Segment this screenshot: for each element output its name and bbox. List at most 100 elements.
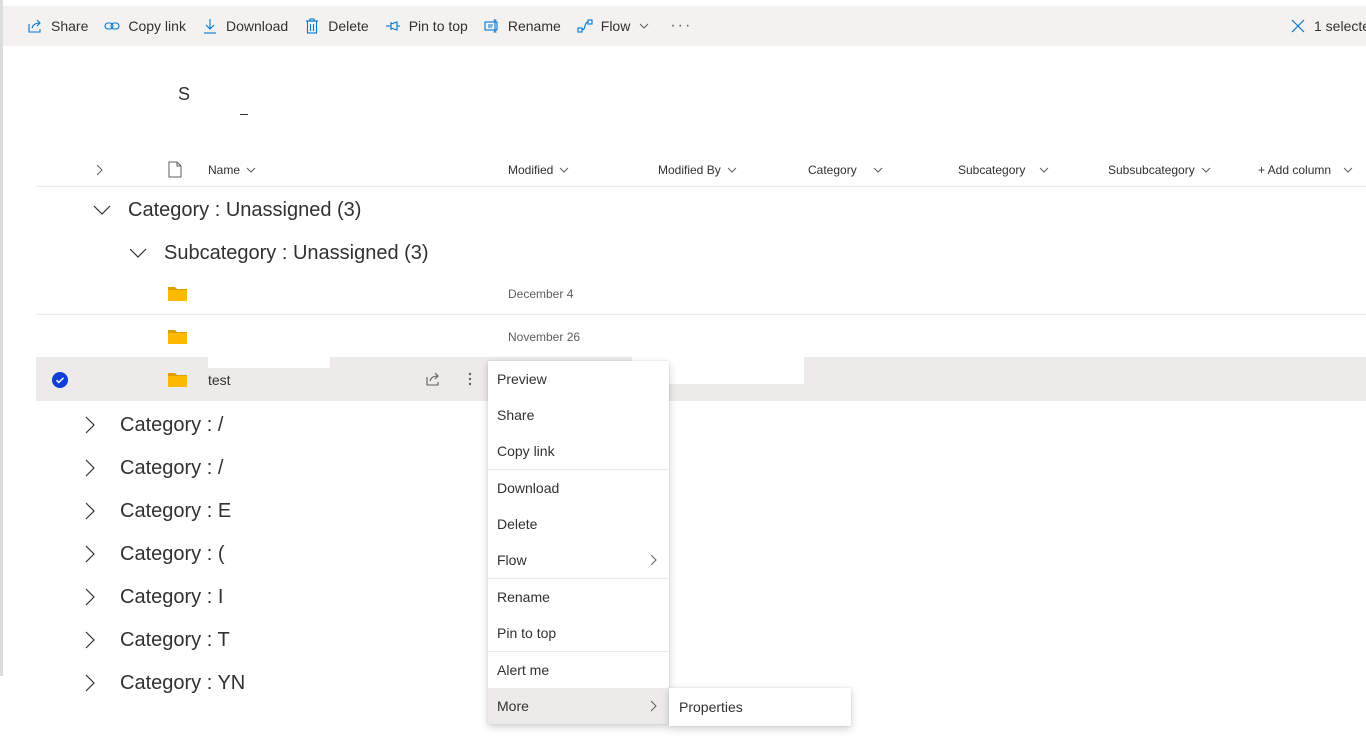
chevron-right-icon[interactable] [80,501,100,521]
group-header-collapsed[interactable]: Category : ( [80,540,224,568]
file-type-icon[interactable] [168,152,182,187]
more-commands-button[interactable]: ··· [658,6,704,46]
group-header-collapsed[interactable]: Category : T [80,626,230,654]
chevron-down-icon[interactable] [92,200,112,220]
menu-item-rename[interactable]: Rename [488,579,669,615]
chevron-right-icon [647,554,659,566]
menu-item-download[interactable]: Download [488,470,669,506]
column-subcategory[interactable]: Subcategory [958,152,1049,187]
group-title: Category : / [120,456,224,479]
row-modified: December 4 [508,286,574,301]
add-column-label: + Add column [1258,162,1332,177]
menu-item-share[interactable]: Share [488,397,669,433]
flow-button[interactable]: Flow [569,6,659,46]
submenu-item-properties[interactable]: Properties [669,688,851,726]
column-subsubcategory[interactable]: Subsubcategory [1108,152,1211,187]
folder-icon [168,287,187,301]
share-icon [27,18,43,34]
group-title: Category : / [120,413,224,436]
rename-button[interactable]: Rename [476,6,569,46]
flow-icon [577,18,593,34]
menu-item-preview[interactable]: Preview [488,361,669,397]
group-header-category-unassigned[interactable]: Category : Unassigned (3) [92,196,361,224]
group-title: Category : YN [120,671,246,694]
more-vertical-icon[interactable] [464,371,476,387]
chevron-right-icon[interactable] [80,544,100,564]
flow-label: Flow [600,18,631,34]
row-modified: November 26 [508,329,581,344]
redacted-area [208,318,330,368]
download-button[interactable]: Download [194,6,296,46]
selection-info: 1 selected [1290,6,1366,46]
column-modified[interactable]: Modified [508,152,569,187]
chevron-down-icon [1343,165,1353,175]
chevron-down-icon[interactable] [128,243,148,263]
chevron-down-icon [638,20,650,32]
menu-item-more[interactable]: More [488,688,669,724]
folder-icon [168,373,187,387]
group-header-collapsed[interactable]: Category : YN [80,669,245,697]
chevron-down-icon [1039,165,1049,175]
expand-all-icon[interactable] [94,152,104,187]
submenu-item-properties-label: Properties [679,699,743,715]
menu-item-copy-link[interactable]: Copy link [488,433,669,469]
share-button[interactable]: Share [19,6,96,46]
folder-icon [168,330,187,344]
menu-item-pin-to-top[interactable]: Pin to top [488,615,669,651]
group-header-collapsed[interactable]: Category : I [80,583,223,611]
group-title: Category : E [120,499,232,522]
table-row[interactable]: December 4 [36,272,1366,315]
checkmark-circle-icon[interactable] [52,372,68,388]
group-title: Category : Unassigned (3) [128,198,362,221]
column-subcategory-label: Subcategory [958,162,1026,177]
column-header-row: Name Modified Modified By Category Subca… [36,152,1366,187]
rename-label: Rename [507,18,561,34]
column-name[interactable]: Name [208,152,256,187]
copy-link-label: Copy link [128,18,186,34]
rename-icon [484,18,500,34]
group-title: Category : I [120,585,224,608]
chevron-right-icon[interactable] [80,415,100,435]
pin-to-top-button[interactable]: Pin to top [377,6,476,46]
menu-item-delete[interactable]: Delete [488,506,669,542]
delete-label: Delete [328,18,369,34]
title-fragment [240,114,248,115]
pin-icon [385,18,401,34]
chevron-down-icon [559,165,569,175]
selected-count: 1 selected [1314,18,1366,34]
context-menu: Preview Share Copy link Download Delete … [488,361,669,724]
group-header-subcategory-unassigned[interactable]: Subcategory : Unassigned (3) [128,239,429,267]
menu-item-alert-me[interactable]: Alert me [488,652,669,688]
group-title: Category : ( [120,542,225,565]
copy-link-button[interactable]: Copy link [96,6,194,46]
column-name-label: Name [208,162,241,177]
link-icon [104,18,120,34]
menu-item-more-label: More [497,698,529,714]
page-title: S [178,84,191,104]
chevron-right-icon[interactable] [80,458,100,478]
chevron-right-icon[interactable] [80,630,100,650]
pin-to-top-label: Pin to top [408,18,468,34]
column-category[interactable]: Category [808,152,883,187]
share-label: Share [51,18,89,34]
group-header-collapsed[interactable]: Category : / [80,454,223,482]
column-category-label: Category [808,162,857,177]
trash-icon [304,18,320,34]
group-header-collapsed[interactable]: Category : / [80,411,223,439]
delete-button[interactable]: Delete [296,6,376,46]
group-header-collapsed[interactable]: Category : E [80,497,231,525]
column-modified-by[interactable]: Modified By [658,152,737,187]
menu-item-flow[interactable]: Flow [488,542,669,578]
chevron-down-icon [1201,165,1211,175]
download-label: Download [225,18,289,34]
chevron-down-icon [873,165,883,175]
chevron-down-icon [727,165,737,175]
column-modified-label: Modified [508,162,554,177]
close-icon[interactable] [1290,18,1306,34]
share-icon[interactable] [425,371,441,387]
group-title: Subcategory : Unassigned (3) [164,241,429,264]
add-column-button[interactable]: + Add column [1258,152,1353,187]
chevron-right-icon[interactable] [80,673,100,693]
column-modified-by-label: Modified By [658,162,721,177]
chevron-right-icon[interactable] [80,587,100,607]
